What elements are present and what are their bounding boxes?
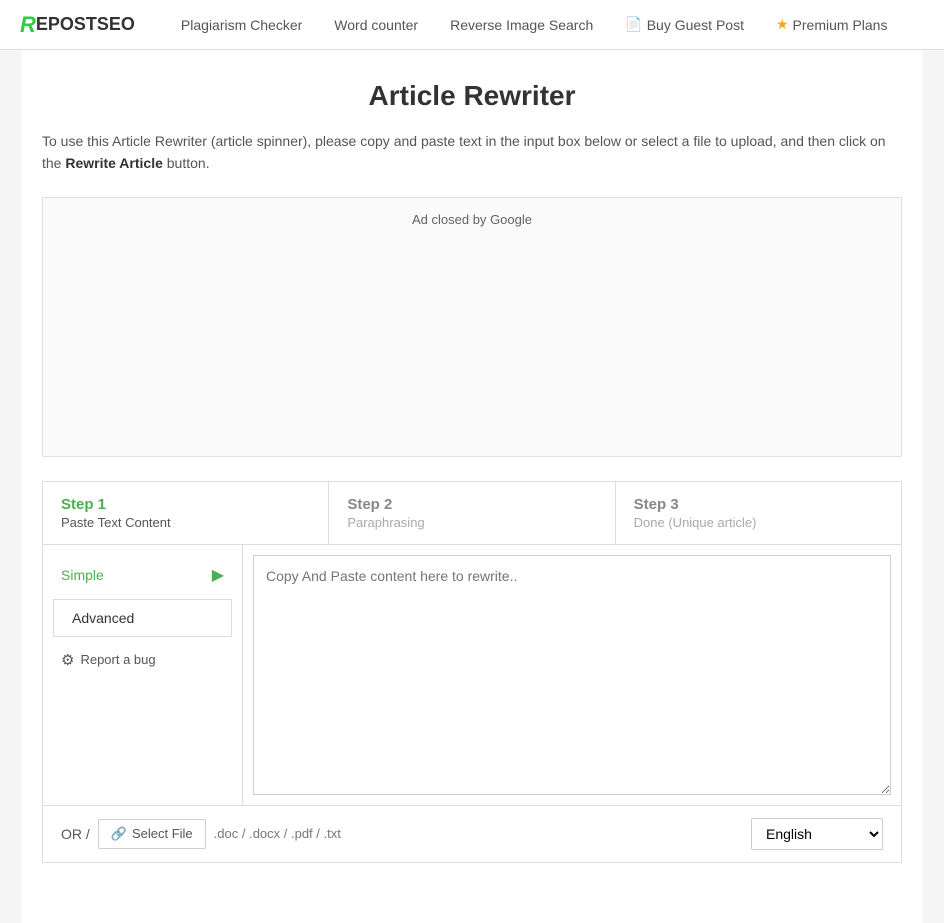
nav-reverse-image[interactable]: Reverse Image Search (434, 3, 609, 47)
step-1[interactable]: Step 1 Paste Text Content (43, 482, 329, 544)
step-3-subtitle: Done (Unique article) (634, 515, 883, 530)
page-title: Article Rewriter (42, 80, 902, 112)
step-3[interactable]: Step 3 Done (Unique article) (616, 482, 901, 544)
site-logo[interactable]: R EPOSTSEO (20, 12, 135, 38)
doc-icon: 📄 (625, 16, 642, 33)
step-2-title: Step 2 (347, 496, 596, 513)
google-text: Google (490, 212, 532, 227)
bug-icon: ⚙ (61, 651, 74, 669)
step-2[interactable]: Step 2 Paraphrasing (329, 482, 615, 544)
nav-premium[interactable]: ★ Premium Plans (760, 2, 903, 47)
step-1-subtitle: Paste Text Content (61, 515, 310, 530)
sidebar: Simple ▶ Advanced ⚙ Report a bug (43, 545, 243, 805)
nav-buy-guest-label: Buy Guest Post (647, 17, 744, 33)
nav-buy-guest[interactable]: 📄 Buy Guest Post (609, 2, 760, 47)
or-file-section: OR / 🔗 Select File .doc / .docx / .pdf /… (61, 819, 341, 849)
language-selector-wrapper: English French Spanish German Italian Po… (751, 818, 883, 850)
select-file-button[interactable]: 🔗 Select File (98, 819, 206, 849)
sidebar-report-label: Report a bug (80, 652, 155, 667)
nav-plagiarism[interactable]: Plagiarism Checker (165, 3, 318, 47)
tool-body: Simple ▶ Advanced ⚙ Report a bug (43, 545, 901, 805)
step-1-title: Step 1 (61, 496, 310, 513)
main-wrapper: Article Rewriter To use this Article Rew… (22, 50, 922, 923)
sidebar-advanced[interactable]: Advanced (53, 599, 232, 637)
ad-closed-text: Ad closed by (412, 212, 486, 227)
arrow-icon: ▶ (212, 565, 224, 585)
step-3-title: Step 3 (634, 496, 883, 513)
sidebar-simple[interactable]: Simple ▶ (43, 555, 242, 595)
desc-bold: Rewrite Article (65, 155, 163, 171)
main-nav: Plagiarism Checker Word counter Reverse … (165, 2, 904, 47)
ad-closed-label: Ad closed by Google (412, 212, 532, 227)
select-file-label: Select File (132, 826, 193, 841)
bottom-bar: OR / 🔗 Select File .doc / .docx / .pdf /… (43, 805, 901, 862)
sidebar-advanced-label: Advanced (72, 610, 134, 626)
link-icon: 🔗 (111, 826, 127, 842)
logo-r-letter: R (20, 12, 36, 38)
tool-container: Step 1 Paste Text Content Step 2 Paraphr… (42, 481, 902, 863)
steps-header: Step 1 Paste Text Content Step 2 Paraphr… (43, 482, 901, 545)
desc-part2: button. (163, 155, 210, 171)
content-area (243, 545, 901, 805)
star-icon: ★ (776, 16, 789, 33)
ad-area: Ad closed by Google (42, 197, 902, 457)
nav-word-counter[interactable]: Word counter (318, 3, 434, 47)
nav-premium-label: Premium Plans (793, 17, 888, 33)
sidebar-simple-label: Simple (61, 567, 104, 583)
or-label: OR / (61, 826, 90, 842)
step-2-subtitle: Paraphrasing (347, 515, 596, 530)
rewrite-textarea[interactable] (253, 555, 891, 795)
language-select[interactable]: English French Spanish German Italian Po… (751, 818, 883, 850)
description: To use this Article Rewriter (article sp… (42, 130, 902, 175)
sidebar-report-bug[interactable]: ⚙ Report a bug (43, 641, 242, 679)
logo-text: EPOSTSEO (36, 14, 135, 35)
site-header: R EPOSTSEO Plagiarism Checker Word count… (0, 0, 944, 50)
file-types-label: .doc / .docx / .pdf / .txt (214, 826, 341, 841)
